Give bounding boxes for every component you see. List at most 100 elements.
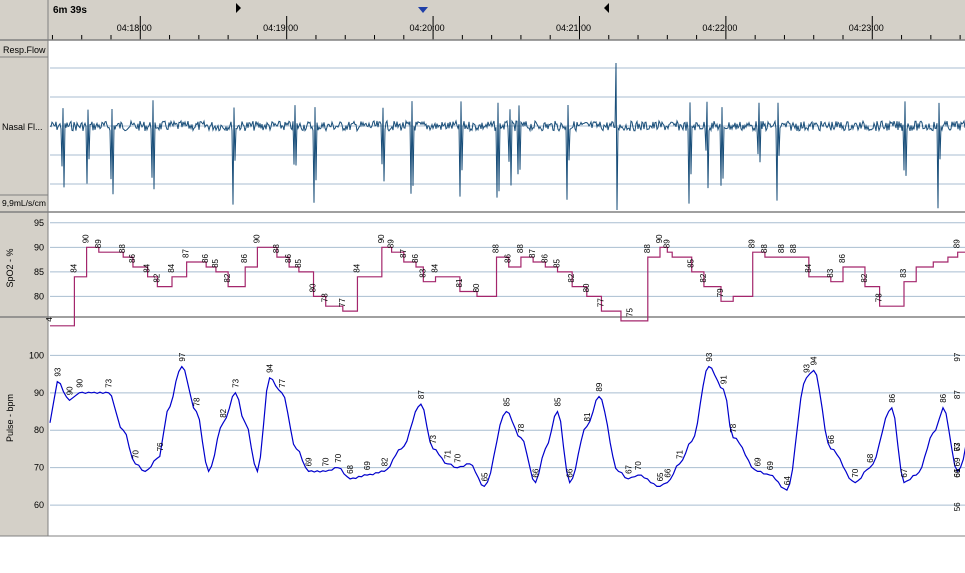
spo2-data-label: 80	[309, 283, 318, 292]
pulse-data-label: 87	[417, 390, 426, 399]
time-tick-label: 04:23:00	[849, 23, 884, 33]
spo2-data-label: 88	[777, 244, 786, 253]
spo2-data-label: 87	[399, 249, 408, 258]
spo2-data-label: 89	[662, 239, 671, 248]
pulse-data-label: 69	[754, 457, 763, 466]
spo2-data-label: 88	[516, 244, 525, 253]
spo2-data-label: 83	[418, 268, 427, 277]
pulse-data-label: 67	[900, 468, 909, 477]
flow-panel	[49, 62, 965, 211]
spo2-data-label: 85	[687, 258, 696, 267]
spo2-data-label: 85	[211, 258, 220, 267]
spo2-tick-label: 90	[34, 242, 44, 252]
pulse-data-label: 67	[624, 464, 633, 473]
time-tick-label: 04:18:00	[117, 23, 152, 33]
spo2-data-label: 82	[152, 273, 161, 282]
spo2-data-label: 83	[826, 268, 835, 277]
pulse-data-label: 64	[783, 476, 792, 485]
spo2-data-label: 86	[128, 254, 137, 263]
pulse-data-label: 70	[454, 453, 463, 462]
pulse-data-label: 70	[634, 461, 643, 470]
pulse-data-label: 69	[953, 457, 962, 466]
pulse-data-label: 69	[766, 461, 775, 470]
time-tick-label: 04:19:00	[263, 23, 298, 33]
spo2-data-label: 88	[789, 244, 798, 253]
pulse-data-label: 97	[178, 352, 187, 361]
pulse-data-label: 70	[131, 449, 140, 458]
spo2-data-label: 82	[699, 273, 708, 282]
pulse-data-label: 61	[953, 468, 962, 477]
pulse-data-label: 69	[305, 457, 314, 466]
time-tick-label: 04:22:00	[702, 23, 737, 33]
pulse-panel: 60708090100939090 73707697788273947769 70 7…	[29, 350, 965, 511]
spo2-data-label: 89	[953, 239, 962, 248]
spo2-data-label: 84	[804, 263, 813, 272]
spo2-panel: 8085909548490898886848284878685828690888…	[34, 218, 965, 327]
spo2-axis-label: SpO2 - %	[5, 248, 15, 287]
spo2-data-label: 88	[760, 244, 769, 253]
pulse-data-label: 68	[866, 453, 875, 462]
spo2-data-label: 88	[272, 244, 281, 253]
spo2-data-label: 87	[182, 249, 191, 258]
duration-label: 6m 39s	[53, 5, 87, 16]
pulse-data-label: 93	[53, 367, 62, 376]
pulse-data-label: 85	[554, 397, 563, 406]
spo2-data-label: 84	[167, 263, 176, 272]
time-tick-label: 04:21:00	[556, 23, 591, 33]
spo2-data-label: 80	[472, 283, 481, 292]
pulse-tick-label: 70	[34, 463, 44, 473]
pulse-data-label: 70	[334, 453, 343, 462]
spo2-data-label: 84	[69, 263, 78, 272]
spo2-data-label: 84	[143, 263, 152, 272]
spo2-data-label: 82	[860, 273, 869, 282]
spo2-tick-label: 80	[34, 291, 44, 301]
pulse-data-label: 94	[266, 363, 275, 372]
spo2-data-label: 83	[899, 268, 908, 277]
spo2-data-label: 90	[82, 234, 91, 243]
pulse-data-label: 56	[953, 502, 962, 511]
spo2-data-label: 86	[540, 254, 549, 263]
pulse-data-label: 69	[363, 461, 372, 470]
pulse-tick-label: 90	[34, 388, 44, 398]
spo2-data-label: 77	[338, 298, 347, 307]
pulse-data-label: 68	[346, 464, 355, 473]
scale-label: 9,9mL/s/cm	[2, 198, 46, 208]
pulse-data-label: 82	[380, 457, 389, 466]
time-tick-label: 04:20:00	[410, 23, 445, 33]
spo2-data-label: 79	[716, 288, 725, 297]
spo2-data-label: 88	[492, 244, 501, 253]
spo2-data-label: 90	[252, 234, 261, 243]
pulse-data-label: 90	[75, 378, 84, 387]
signal-chart: 6m 39s 04:18:00 04:19:00 04:20:00 04:21:00 0…	[0, 0, 965, 537]
spo2-data-label: 78	[875, 293, 884, 302]
pulse-data-label: 76	[156, 442, 165, 451]
spo2-data-label: 75	[626, 307, 635, 316]
spo2-data-label: 85	[294, 258, 303, 267]
pulse-data-label: 93	[705, 352, 714, 361]
pulse-data-label: 66	[566, 468, 575, 477]
pulse-data-label: 77	[278, 378, 287, 387]
pulse-data-label: 71	[444, 449, 453, 458]
header-bar	[0, 0, 965, 40]
polysomnography-viewer: 6m 39s 04:18:00 04:19:00 04:20:00 04:21:00 0…	[0, 0, 965, 568]
spo2-data-label: 86	[504, 254, 513, 263]
spo2-data-label: 89	[387, 239, 396, 248]
pulse-data-label: 78	[517, 423, 526, 432]
spo2-data-label: 84	[431, 263, 440, 272]
pulse-data-label: 87	[953, 390, 962, 399]
spo2-tick-label: 95	[34, 218, 44, 228]
spo2-data-label: 86	[240, 254, 249, 263]
spo2-data-label: 80	[582, 283, 591, 292]
pulse-data-label: 67	[953, 442, 962, 451]
spo2-data-label: 81	[455, 278, 464, 287]
spo2-data-label: 88	[643, 244, 652, 253]
spo2-data-label: 77	[596, 298, 605, 307]
pulse-data-label: 73	[105, 378, 114, 387]
flow-trace	[49, 62, 965, 211]
spo2-data-label: 82	[223, 273, 232, 282]
spo2-data-label: 89	[94, 239, 103, 248]
spo2-data-label: 89	[748, 239, 757, 248]
pulse-data-label: 82	[219, 408, 228, 417]
resp-flow-label: Resp.Flow	[3, 45, 46, 55]
pulse-tick-label: 60	[34, 500, 44, 510]
